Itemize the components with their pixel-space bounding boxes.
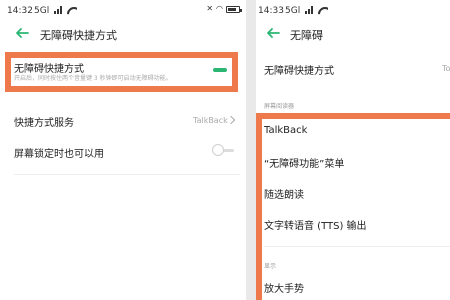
screen-reader-section-label: 屏幕阅读器: [264, 103, 295, 110]
network-label: 5Gl: [34, 6, 50, 16]
mute-icon: ✕: [206, 4, 214, 13]
back-arrow-icon[interactable]: [263, 23, 283, 43]
list-item-magnification[interactable]: 放大手势: [264, 280, 304, 295]
divider: [264, 246, 450, 247]
back-arrow-icon[interactable]: [12, 23, 32, 43]
shortcut-label: 无障碍快捷方式: [264, 66, 334, 77]
headset-icon: ◠: [216, 4, 223, 13]
service-value: TalkBack: [193, 116, 228, 125]
lockscreen-toggle[interactable]: [212, 144, 236, 156]
page-title: 无障碍: [290, 29, 323, 42]
page-title: 无障碍快捷方式: [40, 29, 117, 42]
display-section-label: 显示: [264, 263, 277, 270]
header: 无障碍: [256, 22, 450, 46]
left-screen: 14:32 5Gl ✕ ◠ 无障碍快捷方式 无障碍快捷方式 开启后，同时按住两个…: [0, 0, 246, 300]
wifi-icon: [318, 7, 328, 15]
shortcut-value: To: [442, 64, 450, 73]
wifi-icon: [67, 7, 77, 15]
header: 无障碍快捷方式: [0, 22, 246, 46]
status-bar: 14:33 5Gl: [256, 0, 450, 22]
highlight-box: [256, 113, 450, 300]
chevron-right-icon: [226, 115, 236, 125]
status-bar: 14:32 5Gl ✕ ◠: [0, 0, 246, 22]
network-label: 5Gl: [285, 6, 301, 16]
highlight-box: [5, 52, 238, 92]
signal-icon: [305, 6, 314, 14]
right-screen: 14:33 5Gl 无障碍 无障碍快捷方式 To 屏幕阅读器 TalkBack …: [256, 0, 450, 300]
battery-icon: [226, 5, 242, 13]
status-time: 14:33: [258, 6, 284, 16]
signal-icon: [54, 6, 63, 14]
divider: [14, 174, 240, 175]
status-time: 14:32: [7, 6, 33, 16]
service-label: 快捷方式服务: [14, 118, 74, 129]
lockscreen-label: 屏幕锁定时也可以用: [14, 149, 104, 160]
